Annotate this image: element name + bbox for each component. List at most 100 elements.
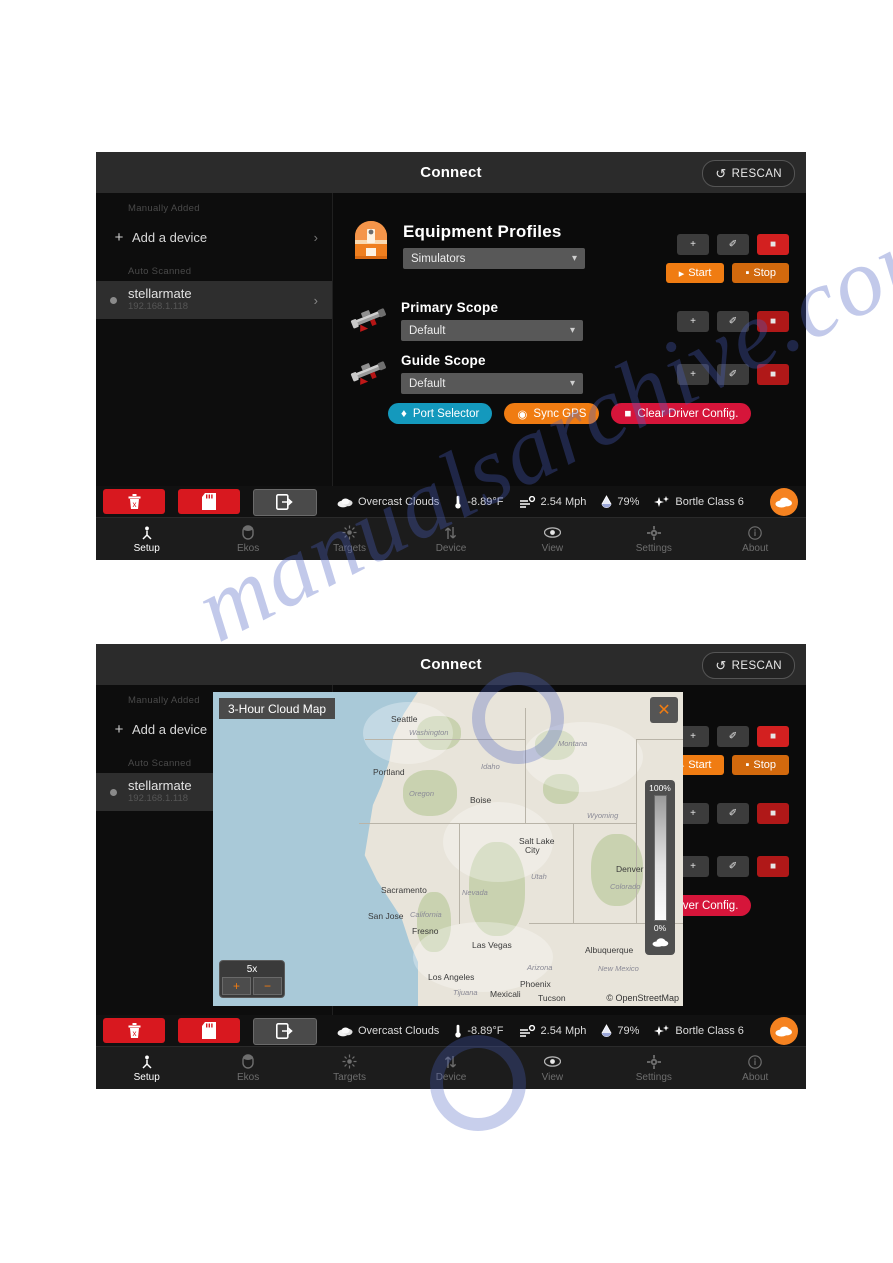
delete-guide-scope-button[interactable]: ■ xyxy=(757,364,789,385)
cloud-map-button[interactable] xyxy=(770,1017,798,1045)
stop-button[interactable]: ▪ Stop xyxy=(732,263,789,283)
nav-item-targets[interactable]: Targets xyxy=(299,518,400,560)
rescan-button[interactable]: ↻ RESCAN xyxy=(702,160,795,187)
rescan-button[interactable]: ↻ RESCAN xyxy=(702,652,795,679)
stop-button[interactable]: ▪ Stop xyxy=(732,755,789,775)
svg-text:x: x xyxy=(132,1029,136,1038)
sidebar-item-stellarmate[interactable]: stellarmate 192.168.1.118 › xyxy=(96,281,332,319)
nav-label: View xyxy=(541,1071,564,1083)
nav-item-ekos[interactable]: Ekos xyxy=(197,1047,298,1089)
status-dot-icon xyxy=(110,296,117,304)
port-selector-label: Port Selector xyxy=(412,407,480,420)
delete-primary-scope-button[interactable]: ■ xyxy=(757,803,789,824)
refresh-icon: ↻ xyxy=(715,165,727,181)
device-arrows-icon xyxy=(443,1054,458,1070)
nav-item-view[interactable]: View xyxy=(502,518,603,560)
trash-x-icon: x xyxy=(128,493,140,509)
nav-label: About xyxy=(742,542,769,554)
edit-profile-button[interactable]: ✐ xyxy=(717,234,749,255)
telescope-icon xyxy=(347,298,391,344)
bottom-nav: Setup Ekos Targets Device View Settings … xyxy=(96,517,806,560)
guide-scope-actions: + ✐ ■ xyxy=(677,856,789,877)
clear-driver-config-button[interactable]: ■ Clear Driver Config. xyxy=(611,403,752,424)
bottom-nav: Setup Ekos Targets Device View Settings … xyxy=(96,1046,806,1089)
page-title: Connect xyxy=(420,656,482,673)
status-bortle: Bortle Class 6 xyxy=(654,1024,744,1038)
nav-item-settings[interactable]: Settings xyxy=(603,1047,704,1089)
cloud-map-button[interactable] xyxy=(770,488,798,516)
sd-card-button[interactable] xyxy=(178,1017,240,1043)
sd-card-icon xyxy=(202,492,216,510)
guide-scope-select[interactable]: Default ▾ xyxy=(401,373,583,394)
nav-item-about[interactable]: About xyxy=(705,1047,806,1089)
logout-button[interactable] xyxy=(253,1017,317,1045)
nav-item-settings[interactable]: Settings xyxy=(603,518,704,560)
delete-profile-button[interactable]: ■ xyxy=(757,234,789,255)
nav-item-view[interactable]: View xyxy=(502,1047,603,1089)
nav-item-device[interactable]: Device xyxy=(400,1047,501,1089)
nav-item-setup[interactable]: Setup xyxy=(96,1047,197,1089)
auto-scanned-label: Auto Scanned xyxy=(128,266,192,277)
edit-guide-scope-button[interactable]: ✐ xyxy=(717,856,749,877)
eye-icon xyxy=(543,1054,561,1070)
telescope-icon xyxy=(347,351,391,397)
refresh-icon: ↻ xyxy=(715,657,727,673)
delete-all-button[interactable]: x xyxy=(103,488,165,514)
status-humidity-text: 79% xyxy=(617,1025,640,1037)
clear-icon: ■ xyxy=(624,407,632,420)
status-wind: 2.54 Mph xyxy=(519,1024,586,1038)
port-selector-button[interactable]: ♦ Port Selector xyxy=(388,403,493,424)
eye-icon xyxy=(543,525,561,541)
plus-icon: + xyxy=(114,720,124,738)
opacity-max-label: 100% xyxy=(649,783,671,793)
zoom-out-button[interactable]: − xyxy=(253,977,282,995)
cloud-icon xyxy=(337,498,353,507)
nav-item-ekos[interactable]: Ekos xyxy=(197,518,298,560)
add-profile-button[interactable]: + xyxy=(677,234,709,255)
zoom-in-button[interactable]: + xyxy=(222,977,251,995)
opacity-track[interactable] xyxy=(653,795,667,921)
delete-profile-button[interactable]: ■ xyxy=(757,726,789,747)
info-icon xyxy=(748,1054,763,1070)
status-bortle-text: Bortle Class 6 xyxy=(675,496,744,508)
close-icon[interactable]: ✕ xyxy=(650,697,678,723)
start-stop-group: ▸ Start ▪ Stop xyxy=(665,755,789,775)
status-bortle-text: Bortle Class 6 xyxy=(675,1025,744,1037)
cloud-opacity-slider[interactable]: 100% 0% xyxy=(645,780,675,955)
app-header: Connect ↻ RESCAN xyxy=(96,152,806,193)
delete-primary-scope-button[interactable]: ■ xyxy=(757,311,789,332)
add-primary-scope-button[interactable]: + xyxy=(677,311,709,332)
start-label: Start xyxy=(688,267,712,279)
delete-all-button[interactable]: x xyxy=(103,1017,165,1043)
add-device-row[interactable]: + Add a device › xyxy=(96,218,332,256)
primary-scope-select[interactable]: Default ▾ xyxy=(401,320,583,341)
start-button[interactable]: ▸ Start xyxy=(665,263,725,283)
map-zoom-control: 5x + − xyxy=(219,960,285,998)
map-cloud-cover xyxy=(523,722,643,792)
status-dot-icon xyxy=(110,788,117,796)
wind-icon xyxy=(519,495,535,508)
nav-item-device[interactable]: Device xyxy=(400,518,501,560)
edit-profile-button[interactable]: ✐ xyxy=(717,726,749,747)
edit-guide-scope-button[interactable]: ✐ xyxy=(717,364,749,385)
equipment-profile-select[interactable]: Simulators ▾ xyxy=(403,248,585,269)
action-strip: x Overcast Clouds -8.89°F 2.54 Mph 79% B… xyxy=(96,486,806,518)
delete-guide-scope-button[interactable]: ■ xyxy=(757,856,789,877)
logout-button[interactable] xyxy=(253,488,317,516)
nav-label: About xyxy=(742,1071,769,1083)
ekos-icon xyxy=(242,1054,254,1070)
sd-card-button[interactable] xyxy=(178,488,240,514)
edit-primary-scope-button[interactable]: ✐ xyxy=(717,311,749,332)
primary-scope-section: Primary Scope Default ▾ xyxy=(347,298,583,344)
nav-item-about[interactable]: About xyxy=(705,518,806,560)
status-temperature: -8.89°F xyxy=(454,495,504,509)
add-guide-scope-button[interactable]: + xyxy=(677,364,709,385)
opacity-min-label: 0% xyxy=(653,923,667,933)
equipment-profile-actions: + ✐ ■ xyxy=(677,726,789,747)
section-title: Equipment Profiles xyxy=(403,222,562,241)
nav-item-targets[interactable]: Targets xyxy=(299,1047,400,1089)
edit-primary-scope-button[interactable]: ✐ xyxy=(717,803,749,824)
gear-icon xyxy=(646,525,661,541)
nav-item-setup[interactable]: Setup xyxy=(96,518,197,560)
sync-gps-button[interactable]: ◉ Sync GPS xyxy=(504,403,600,424)
